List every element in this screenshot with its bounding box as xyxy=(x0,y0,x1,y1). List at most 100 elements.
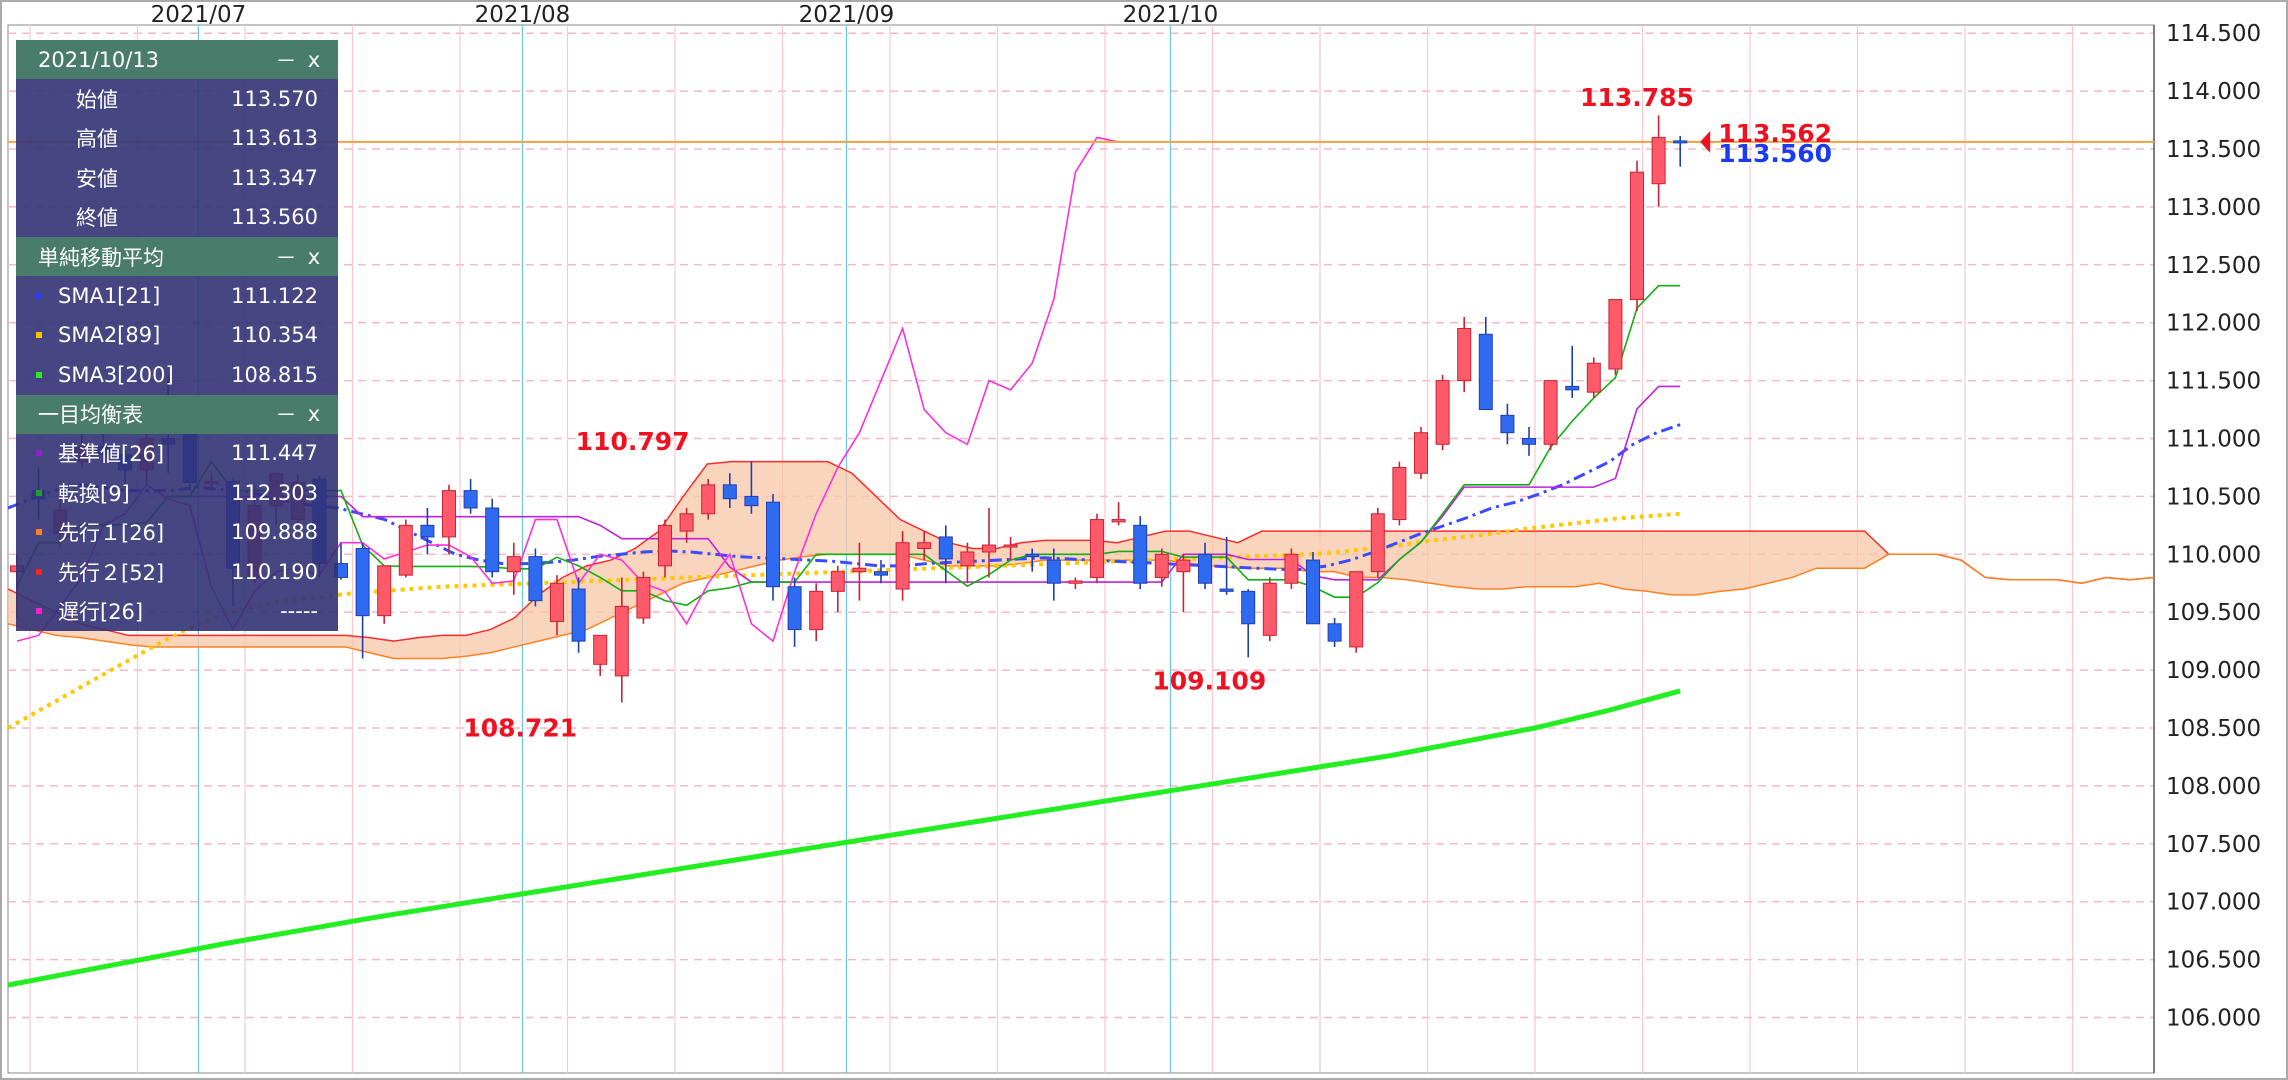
candle-body xyxy=(917,542,932,550)
ichimoku-panel-header: 一目均衡表 － x xyxy=(16,394,338,434)
candle-body xyxy=(1025,553,1040,558)
candle-body xyxy=(528,556,543,602)
ohlc-label: 安値 xyxy=(76,166,118,191)
y-tick-label: 109.000 xyxy=(2166,658,2261,684)
sma-label: SMA2[89] xyxy=(58,323,161,348)
candle-body xyxy=(420,524,435,538)
candle-body xyxy=(1327,623,1342,642)
candle-body xyxy=(658,524,672,567)
ichimoku-label: 転換[9] xyxy=(58,481,130,506)
x-tick-label: 2021/09 xyxy=(799,2,895,28)
candle-body xyxy=(1154,553,1169,578)
candle-body xyxy=(1349,571,1364,648)
ichimoku-panel-title: 一目均衡表 xyxy=(38,403,143,427)
candle-body xyxy=(1651,136,1666,185)
candle-body xyxy=(636,576,651,619)
sma-panel-title: 単純移動平均 xyxy=(38,245,164,270)
ohlc-close-button[interactable]: x xyxy=(300,48,328,72)
candle-body xyxy=(830,571,845,592)
candle-body xyxy=(1673,140,1688,144)
candle-body xyxy=(701,484,716,515)
ohlc-minimize-button[interactable]: － xyxy=(272,45,300,75)
candle-body xyxy=(679,513,694,532)
sma-minimize-button[interactable]: － xyxy=(272,242,300,272)
ichimoku-label: 先行２[52] xyxy=(58,560,165,585)
fx-chart[interactable]: 114.500 114.000 113.500 113.000 112.500 112.0… xyxy=(0,0,2288,1080)
current-bid-label: 113.560 xyxy=(1718,139,1832,168)
ohlc-row-low: 安値 113.347 xyxy=(16,158,338,198)
y-tick-label: 112.000 xyxy=(2166,311,2261,337)
candle-body xyxy=(722,484,737,500)
ohlc-row-high: 高値 113.613 xyxy=(16,119,338,159)
candle-body xyxy=(960,551,975,567)
ohlc-label: 終値 xyxy=(76,206,118,231)
ohlc-value: 113.347 xyxy=(231,165,318,190)
y-tick-label: 110.500 xyxy=(2166,484,2261,510)
ohlc-date: 2021/10/13 xyxy=(38,47,160,72)
y-tick-label: 110.000 xyxy=(2166,542,2261,568)
ichimoku-rows: 基準値[26] 111.447 転換[9] 112.303 先行１[26] 109.8… xyxy=(16,433,338,632)
candle-body xyxy=(1046,559,1061,584)
candle-body xyxy=(1003,544,1018,548)
ohlc-row-close: 終値 113.560 xyxy=(16,198,338,238)
ichimoku-row: 基準値[26] 111.447 xyxy=(16,434,338,474)
candle-body xyxy=(1198,553,1212,584)
candle-body xyxy=(744,495,759,507)
price-annotation: 110.797 xyxy=(576,427,690,456)
candle-body xyxy=(766,501,780,588)
candle-body xyxy=(1176,559,1191,573)
sma2-color-icon xyxy=(36,332,42,339)
y-tick-label: 113.500 xyxy=(2166,137,2261,163)
ichimoku-value: 111.447 xyxy=(231,441,318,466)
sma-value: 110.354 xyxy=(231,323,318,348)
candle-body xyxy=(1370,513,1385,573)
sma-value: 108.815 xyxy=(231,362,318,387)
candle-body xyxy=(1630,171,1644,301)
y-tick-label: 112.500 xyxy=(2166,253,2261,279)
y-tick-label: 114.000 xyxy=(2166,79,2261,105)
y-tick-label: 111.000 xyxy=(2166,427,2261,453)
ichimoku-value: ----- xyxy=(280,599,318,624)
candle-body xyxy=(485,507,500,573)
y-tick-label: 107.000 xyxy=(2166,890,2261,916)
candle-body xyxy=(398,524,413,576)
candle-body xyxy=(1219,588,1234,592)
sma-panel-header: 単純移動平均 － x xyxy=(16,237,338,276)
candle-body xyxy=(1435,380,1450,445)
sma3-color-icon xyxy=(36,371,42,378)
candle-body xyxy=(1586,362,1601,393)
ohlc-panel-header: 2021/10/13 － x xyxy=(16,40,338,79)
candle-body xyxy=(593,634,608,665)
chikou-color-icon xyxy=(36,608,42,615)
candle-body xyxy=(506,556,521,573)
x-tick-label: 2021/10 xyxy=(1123,2,1219,28)
sma-row: SMA1[21] 111.122 xyxy=(16,276,338,316)
sma1-color-icon xyxy=(36,292,42,299)
ichimoku-close-button[interactable]: x xyxy=(300,402,328,426)
kijun-color-icon xyxy=(36,450,42,457)
candle-body xyxy=(938,536,953,560)
candle-body xyxy=(614,605,629,677)
candle-body xyxy=(1241,590,1256,625)
y-tick-label: 106.500 xyxy=(2166,948,2261,974)
candle-body xyxy=(874,571,888,576)
ohlc-row-open: 始値 113.570 xyxy=(16,79,338,119)
ichimoku-row: 先行２[52] 110.190 xyxy=(16,552,338,592)
sma-row: SMA3[200] 108.815 xyxy=(16,355,338,395)
y-tick-label: 113.000 xyxy=(2166,195,2261,221)
candle-body xyxy=(1500,414,1515,434)
y-tick-label: 106.000 xyxy=(2166,1006,2261,1032)
senkou-a-color-icon xyxy=(36,529,42,536)
ichimoku-value: 109.888 xyxy=(231,520,318,545)
chart-canvas[interactable]: 114.500 114.000 113.500 113.000 112.500 112.0… xyxy=(0,0,2288,1080)
ichimoku-label: 先行１[26] xyxy=(58,521,165,546)
candle-body xyxy=(1392,466,1407,521)
ichimoku-minimize-button[interactable]: － xyxy=(272,399,300,429)
y-tick-label: 108.500 xyxy=(2166,716,2261,742)
ichimoku-value: 110.190 xyxy=(231,559,318,584)
candle-body xyxy=(787,586,802,631)
ichimoku-row: 転換[9] 112.303 xyxy=(16,473,338,513)
sma-close-button[interactable]: x xyxy=(300,245,328,269)
ichimoku-row: 遅行[26] ----- xyxy=(16,592,338,632)
candle-body xyxy=(1522,438,1536,445)
